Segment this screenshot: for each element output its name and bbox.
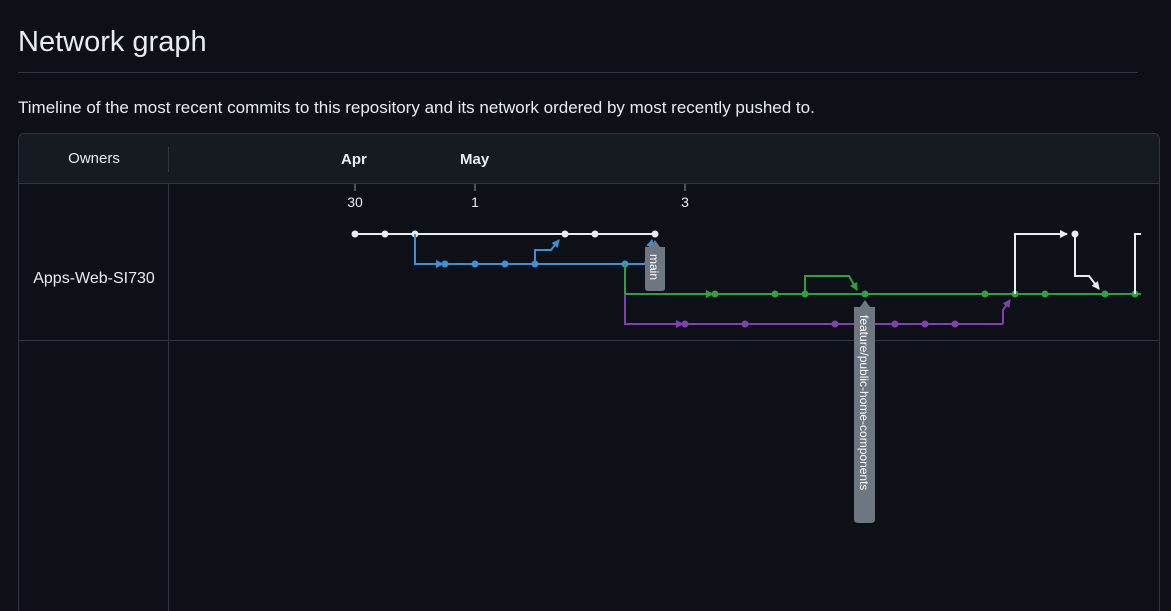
page-title: Network graph <box>18 26 207 58</box>
commit-dot[interactable] <box>471 260 479 268</box>
day-label: 30 <box>347 194 363 210</box>
commit-dot[interactable] <box>981 290 989 298</box>
white-merge-to-green <box>1074 234 1100 290</box>
commit-graph-canvas[interactable]: 30 1 3 main feature/public-home-componen… <box>19 134 1159 611</box>
green-side-merge <box>804 275 858 294</box>
purple-merge-to-green <box>1002 299 1011 324</box>
branch-label-feature[interactable]: feature/public-home-components <box>854 300 875 523</box>
commit-dot[interactable] <box>951 320 959 328</box>
commit-dot[interactable] <box>771 290 779 298</box>
commit-dot[interactable] <box>681 320 689 328</box>
network-graph[interactable]: Owners Apr May Apps-Web-SI730 30 1 3 mai… <box>18 133 1160 611</box>
branch-label-main-text: main <box>647 254 661 280</box>
commit-dot[interactable] <box>561 230 569 238</box>
page-description: Timeline of the most recent commits to t… <box>18 98 815 117</box>
commit-dot[interactable] <box>861 290 869 298</box>
commit-dot[interactable] <box>531 260 539 268</box>
day-label: 3 <box>681 194 689 210</box>
blue-merge-to-main <box>534 239 560 264</box>
white-branch-fork <box>1134 233 1141 294</box>
commit-dot[interactable] <box>441 260 449 268</box>
commit-dot[interactable] <box>891 320 899 328</box>
commit-dot[interactable] <box>831 320 839 328</box>
commit-dot[interactable] <box>711 290 719 298</box>
commit-dot[interactable] <box>741 320 749 328</box>
white-branch-fork <box>1014 230 1068 294</box>
day-label: 1 <box>471 194 479 210</box>
commit-dot[interactable] <box>921 320 929 328</box>
commit-dot[interactable] <box>351 230 359 238</box>
commit-dot[interactable] <box>651 230 659 238</box>
network-graph-page: Network graph Timeline of the most recen… <box>0 0 1171 611</box>
commit-dot[interactable] <box>381 230 389 238</box>
commit-dot[interactable] <box>591 230 599 238</box>
blue-branch-fork <box>414 234 444 268</box>
purple-branch-fork <box>624 294 684 328</box>
commit-dot[interactable] <box>1101 290 1109 298</box>
commit-dot[interactable] <box>801 290 809 298</box>
branch-label-feature-text: feature/public-home-components <box>857 315 871 490</box>
branch-label-main[interactable]: main <box>645 240 665 291</box>
commit-dot[interactable] <box>1041 290 1049 298</box>
title-divider <box>18 72 1138 73</box>
commit-dot[interactable] <box>501 260 509 268</box>
